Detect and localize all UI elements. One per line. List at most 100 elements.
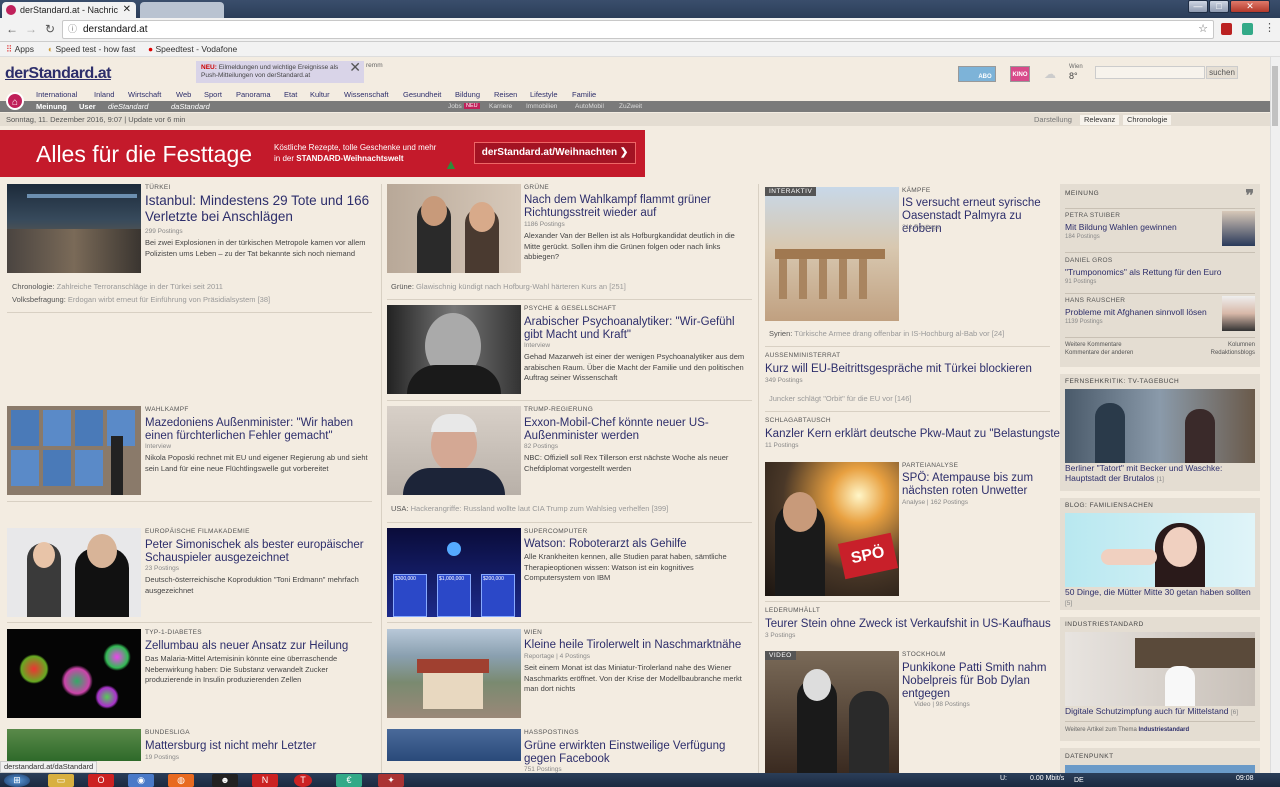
related-link[interactable]: Chronologie: Zahlreiche Terroranschläge … [12, 282, 223, 291]
headline[interactable]: Arabischer Psychoanalytiker: "Wir-Gefühl… [524, 316, 752, 342]
clock[interactable]: 09:08 [1236, 775, 1254, 782]
close-tab-icon[interactable]: ✕ [123, 2, 131, 18]
start-button[interactable]: ⊞ [4, 774, 30, 787]
headline[interactable]: Peter Simonischek als bester europäische… [145, 539, 370, 565]
opera-icon[interactable]: O [88, 774, 114, 787]
language-indicator[interactable]: DE [1074, 777, 1084, 784]
subnav-dastandard[interactable]: daStandard [171, 102, 210, 111]
headline[interactable]: Kurz will EU-Beitrittsgespräche mit Türk… [765, 363, 1050, 376]
extension-2-icon[interactable] [1242, 23, 1253, 35]
tatort-photo[interactable] [1065, 389, 1255, 463]
gruene-photo[interactable] [387, 184, 521, 273]
headline[interactable]: Mattersburg ist nicht mehr Letzter [145, 740, 370, 753]
filmakademie-photo[interactable] [7, 528, 141, 617]
nav-familie[interactable]: Familie [572, 90, 596, 99]
nav-lifestyle[interactable]: Lifestyle [530, 90, 558, 99]
app-x-icon[interactable]: ✦ [378, 774, 404, 787]
nav-international[interactable]: International [36, 90, 77, 99]
facebook-photo[interactable] [387, 729, 521, 761]
close-icon[interactable]: ✕ [349, 60, 361, 74]
headline[interactable]: Teurer Stein ohne Zweck ist Verkaufshit … [765, 618, 1051, 631]
weitere-kommentare-link[interactable]: Weitere Kommentare [1065, 342, 1122, 348]
related-link[interactable]: Syrien: Türkische Armee drang offenbar i… [769, 329, 1004, 338]
headline[interactable]: Punkikone Patti Smith nahm Nobelpreis fü… [902, 662, 1052, 701]
headline[interactable]: Zellumbau als neuer Ansatz zur Heilung [145, 640, 370, 653]
more-articles-link[interactable]: Weitere Artikel zum Thema Industriestand… [1065, 727, 1189, 733]
chrome-icon[interactable]: ◉ [128, 774, 154, 787]
postings-count[interactable]: 3 Postings [765, 632, 795, 639]
postings-count[interactable]: 1139 Postings [1065, 319, 1103, 325]
headline[interactable]: Exxon-Mobil-Chef könnte neuer US-Außenmi… [524, 417, 752, 443]
app-icon[interactable]: ☻ [212, 774, 238, 787]
avatar[interactable] [1222, 296, 1255, 331]
headline[interactable]: Grüne erwirkten Einstweilige Verfügung g… [524, 740, 752, 766]
headline[interactable]: Mazedoniens Außenminister: "Wir haben ei… [145, 417, 370, 443]
subnav-jobs[interactable]: Jobs [448, 103, 462, 110]
diabetes-photo[interactable] [7, 629, 141, 718]
box-headline[interactable]: 50 Dinge, die Mütter Mitte 30 getan habe… [1065, 587, 1255, 609]
headline[interactable]: SPÖ: Atempause bis zum nächsten roten Un… [902, 472, 1052, 498]
industrie-photo[interactable] [1065, 632, 1255, 706]
headline[interactable]: Istanbul: Mindestens 29 Tote und 166 Ver… [145, 193, 370, 225]
headline[interactable]: Nach dem Wahlkampf flammt grüner Richtun… [524, 194, 752, 220]
info-icon[interactable]: ⓘ [68, 21, 77, 38]
tab-derstandard[interactable]: derStandard.at - Nachric ✕ [2, 2, 136, 18]
nav-sport[interactable]: Sport [204, 90, 222, 99]
istanbul-photo[interactable] [7, 184, 141, 273]
kolumnen-link[interactable]: Kolumnen [1228, 342, 1255, 348]
bookmark-speedtest[interactable]: ◐ Speed test - how fast [48, 42, 135, 56]
postings-count[interactable]: 23 Postings [145, 565, 179, 572]
opinion-headline[interactable]: Mit Bildung Wahlen gewinnen [1065, 222, 1215, 232]
postings-count[interactable]: 349 Postings [765, 377, 803, 384]
christmas-banner[interactable]: Alles für die Festtage Köstliche Rezepte… [0, 130, 645, 177]
headline[interactable]: Kleine heile Tirolerwelt in Naschmarktnä… [524, 639, 752, 652]
reload-icon[interactable]: ↻ [43, 22, 57, 36]
search-input[interactable] [1095, 66, 1205, 79]
nav-wirtschaft[interactable]: Wirtschaft [128, 90, 161, 99]
author[interactable]: PETRA STUIBER [1065, 212, 1120, 219]
postings-count[interactable]: 751 Postings [524, 766, 562, 773]
sort-relevanz-button[interactable]: Relevanz [1080, 115, 1120, 125]
tillerson-photo[interactable] [387, 406, 521, 495]
article-meta[interactable]: Reportage | 4 Postings [524, 653, 590, 660]
menu-icon[interactable]: ⋮ [1264, 21, 1275, 34]
home-icon[interactable]: ⌂ [6, 92, 24, 110]
postings-count[interactable]: 11 Postings [765, 442, 798, 449]
macedonia-photo[interactable] [7, 406, 141, 495]
bundesliga-photo[interactable] [7, 729, 141, 761]
app-e-icon[interactable]: € [336, 774, 362, 787]
article-meta[interactable]: Analyse | 162 Postings [902, 499, 968, 506]
postings-count[interactable]: 19 Postings [145, 754, 179, 761]
url-input[interactable]: ⓘ derstandard.at ☆ [62, 20, 1214, 39]
postings-count[interactable]: 1186 Postings [524, 221, 565, 228]
subnav-zuzweit[interactable]: ZuZweit [619, 103, 642, 110]
related-link[interactable]: Juncker schlägt "Orbit" für die EU vor [… [769, 394, 911, 403]
app-t-icon[interactable]: T [294, 774, 312, 787]
datenpunkt-photo[interactable] [1065, 765, 1255, 773]
redaktionsblogs-link[interactable]: Redaktionsblogs [1211, 350, 1255, 356]
back-icon[interactable]: ← [5, 22, 19, 36]
nav-gesundheit[interactable]: Gesundheit [403, 90, 441, 99]
subnav-meinung[interactable]: Meinung [36, 102, 67, 111]
bookmark-vodafone[interactable]: ● Speedtest - Vodafone [148, 42, 237, 56]
author[interactable]: DANIEL GROS [1065, 257, 1113, 264]
site-logo[interactable]: derStandard.at [5, 65, 111, 83]
box-headline[interactable]: Berliner "Tatort" mit Becker und Waschke… [1065, 463, 1255, 485]
nav-inland[interactable]: Inland [94, 90, 114, 99]
bookmark-star-icon[interactable]: ☆ [1198, 21, 1208, 38]
maximize-button[interactable]: □ [1209, 0, 1229, 13]
subnav-automobil[interactable]: AutoMobil [575, 103, 604, 110]
spoe-photo[interactable]: SPÖ [765, 462, 899, 596]
firefox-icon[interactable]: ◍ [168, 774, 194, 787]
abo-badge[interactable]: ABO [958, 66, 996, 82]
author[interactable]: HANS RAUSCHER [1065, 297, 1125, 304]
opinion-headline[interactable]: Probleme mit Afghanen sinnvoll lösen [1065, 307, 1220, 317]
opinion-headline[interactable]: "Trumponomics" als Rettung für den Euro [1065, 267, 1255, 277]
new-tab-button[interactable] [140, 2, 224, 18]
nav-web[interactable]: Web [176, 90, 191, 99]
explorer-icon[interactable]: ▭ [48, 774, 74, 787]
nav-reisen[interactable]: Reisen [494, 90, 517, 99]
forward-icon[interactable]: → [24, 22, 38, 36]
close-window-button[interactable]: ✕ [1230, 0, 1270, 13]
watson-photo[interactable]: $300,000 $1,000,000 $200,000 [387, 528, 521, 617]
